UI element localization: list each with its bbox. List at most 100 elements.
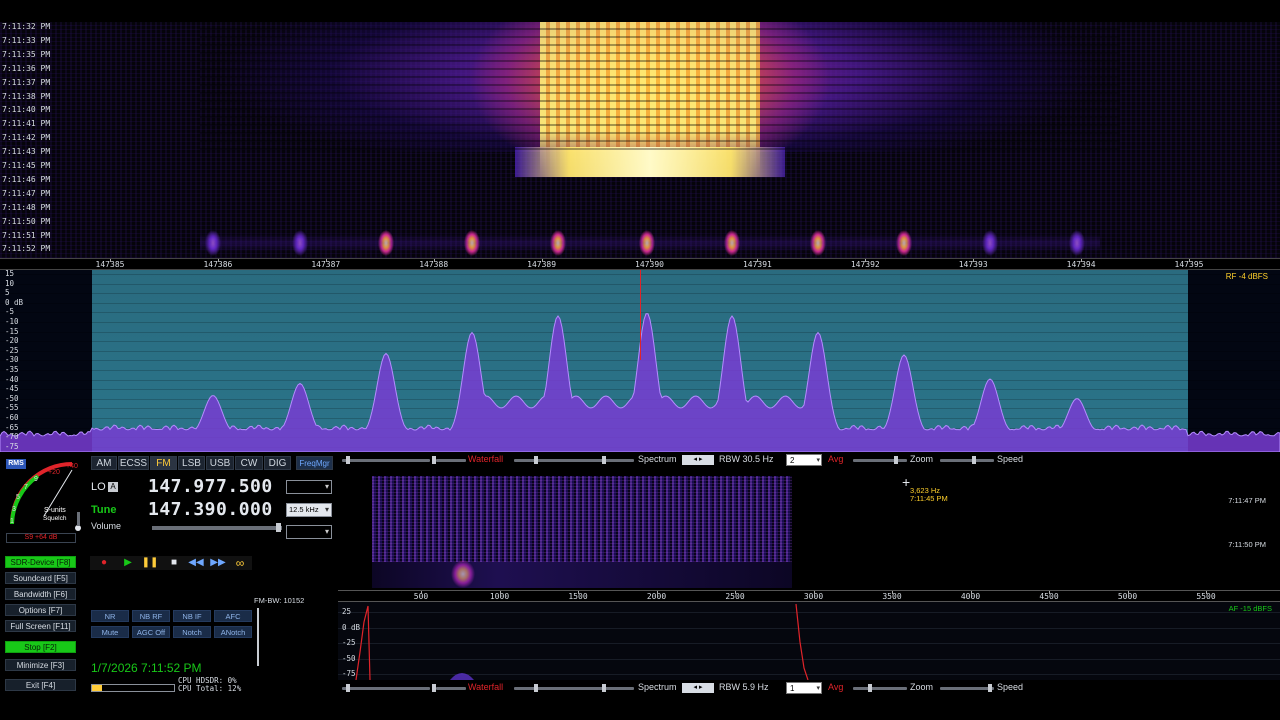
rms-badge[interactable]: RMS (6, 459, 26, 469)
rf-slider-3[interactable] (514, 459, 634, 462)
dsp-button-notch[interactable]: Notch (173, 626, 211, 638)
af-speed-knob[interactable] (988, 684, 992, 692)
rf-zoom-knob[interactable] (894, 456, 898, 464)
af-frequency-tick-mark (1206, 591, 1207, 594)
rf-db-label: -70 (5, 432, 19, 442)
af-slider-1-knob[interactable] (346, 684, 350, 692)
af-zoom-knob[interactable] (868, 684, 872, 692)
af-slider-1[interactable] (342, 687, 430, 690)
rf-slider-2[interactable] (436, 459, 466, 462)
pause-icon[interactable]: ❚❚ (140, 556, 160, 570)
rf-avg-select[interactable]: 2 ▾ (786, 454, 822, 466)
mode-button-fm[interactable]: FM (150, 456, 177, 470)
waterfall-time-label: 7:11:35 PM (2, 49, 51, 59)
volume-slider[interactable] (152, 526, 282, 530)
side-button-6[interactable]: Minimize [F3] (5, 659, 76, 671)
side-button-0[interactable]: SDR-Device [F8] (5, 556, 76, 568)
rf-db-label: 0 dB (5, 297, 24, 307)
af-spectrum[interactable]: 25 0 dB -25 -50 -75 AF -15 dBFS (338, 602, 1280, 680)
rf-slider-1-knob[interactable] (346, 456, 350, 464)
squelch-slider[interactable] (77, 512, 80, 526)
af-control-strip: Waterfall Spectrum ◂ ▸ RBW 5.9 Hz 1 ▾ Avg… (338, 681, 1280, 695)
loop-icon[interactable]: ∞ (230, 556, 250, 570)
dsp-button-nr[interactable]: NR (91, 610, 129, 622)
rf-frequency-axis[interactable]: 147385 147386 147387 147388 147389 147390 1473… (0, 258, 1280, 270)
volume-dropdown[interactable]: ▾ (286, 525, 332, 539)
rf-frequency-tick-mark (649, 259, 651, 262)
rf-waterfall-label: Waterfall (468, 454, 504, 464)
volume-knob[interactable] (276, 523, 281, 532)
agc-slider[interactable] (257, 608, 259, 666)
af-spectrum-trace (355, 603, 809, 680)
rewind-icon[interactable]: ◀◀ (186, 556, 206, 570)
s-meter-scale-3: 3 (12, 506, 16, 513)
stop-icon[interactable]: ■ (164, 556, 184, 570)
waterfall-time-label: 7:11:52 PM (2, 244, 51, 254)
mode-button-cw[interactable]: CW (235, 456, 263, 470)
dsp-button-nb-if[interactable]: NB IF (173, 610, 211, 622)
rf-avg-value: 2 (790, 456, 795, 465)
fast-forward-icon[interactable]: ▶▶ (208, 556, 228, 570)
rf-slider-2-knob[interactable] (432, 456, 436, 464)
af-waterfall-noise (372, 476, 792, 562)
rf-db-label: -20 (5, 336, 19, 346)
rf-control-strip: Waterfall Spectrum ◂ ▸ RBW 30.5 Hz 2 ▾ Av… (338, 453, 1280, 467)
mode-button-ecss[interactable]: ECSS (118, 456, 149, 470)
af-rbw-arrows[interactable]: ◂ ▸ (682, 683, 714, 693)
af-waterfall[interactable]: + 3,623 Hz 7:11:45 PM 7:11:47 PM 7:11:50… (338, 466, 1280, 590)
play-icon[interactable]: ▶ (118, 556, 138, 570)
rf-slider-4-knob[interactable] (602, 456, 606, 464)
rf-frequency-tick-mark (110, 259, 111, 262)
side-button-3[interactable]: Options [F7] (5, 604, 76, 616)
dsp-button-anotch[interactable]: ANotch (214, 626, 252, 638)
freqmgr-button[interactable]: FreqMgr (296, 456, 333, 470)
side-button-2[interactable]: Bandwidth [F6] (5, 588, 76, 600)
dsp-button-afc[interactable]: AFC (214, 610, 252, 622)
rf-frequency-tick-mark (1081, 259, 1083, 262)
rf-avg-label: Avg (828, 454, 844, 464)
side-button-7[interactable]: Exit [F4] (5, 679, 76, 691)
af-slider-3[interactable] (514, 687, 634, 690)
dsp-button-agc-off[interactable]: AGC Off (132, 626, 170, 638)
tune-step-select[interactable]: 12.5 kHz ▾ (286, 503, 332, 517)
rf-frequency-tick-mark (541, 259, 543, 262)
af-frequency-axis[interactable]: 500 1000 1500 2000 2500 3000 3500 4000 4500 5000 5… (338, 590, 1280, 602)
side-button-5[interactable]: Stop [F2] (5, 641, 76, 653)
rf-spectrum[interactable]: 15 10 5 0 dB -5 -10 -15 -20 -25 -30 -35 -40 -45 -50 -5… (0, 270, 1280, 452)
mode-button-usb[interactable]: USB (206, 456, 234, 470)
waterfall-time-label: 7:11:43 PM (2, 147, 51, 157)
side-button-1[interactable]: Soundcard [F5] (5, 572, 76, 584)
af-slider-2[interactable] (436, 687, 466, 690)
side-button-4[interactable]: Full Screen [F11] (5, 620, 76, 632)
af-speed-slider[interactable] (940, 687, 994, 690)
cursor-time: 7:11:45 PM (910, 494, 948, 503)
rf-zoom-slider[interactable] (853, 459, 907, 462)
record-icon[interactable]: ● (94, 556, 114, 570)
cpu-bar-fill (92, 685, 102, 691)
rf-spectrum-label: Spectrum (638, 454, 677, 464)
af-avg-select[interactable]: 1 ▾ (786, 682, 822, 694)
rf-db-label: -10 (5, 317, 19, 326)
mode-button-am[interactable]: AM (91, 456, 117, 470)
dsp-button-nb-rf[interactable]: NB RF (132, 610, 170, 622)
mode-button-lsb[interactable]: LSB (178, 456, 205, 470)
rf-frequency-tick-mark (433, 259, 435, 262)
lo-vfo-badge[interactable]: A (108, 482, 118, 492)
af-slider-3-knob[interactable] (534, 684, 538, 692)
chevron-down-icon: ▾ (324, 505, 329, 514)
lo-dropdown[interactable]: ▾ (286, 480, 332, 494)
lo-frequency[interactable]: 147.977.500 (148, 476, 273, 497)
af-frequency-tick-mark (735, 591, 736, 594)
af-zoom-slider[interactable] (853, 687, 907, 690)
rf-rbw-arrows[interactable]: ◂ ▸ (682, 455, 714, 465)
tune-frequency[interactable]: 147.390.000 (148, 499, 273, 520)
rf-waterfall[interactable]: 7:11:32 PM 7:11:33 PM 7:11:35 PM 7:11:36 PM… (0, 22, 1280, 258)
dsp-button-mute[interactable]: Mute (91, 626, 129, 638)
rf-speed-knob[interactable] (972, 456, 976, 464)
rf-speed-slider[interactable] (940, 459, 994, 462)
rf-slider-1[interactable] (342, 459, 430, 462)
af-slider-2-knob[interactable] (432, 684, 436, 692)
af-slider-4-knob[interactable] (602, 684, 606, 692)
mode-button-dig[interactable]: DIG (264, 456, 291, 470)
rf-slider-3-knob[interactable] (534, 456, 538, 464)
